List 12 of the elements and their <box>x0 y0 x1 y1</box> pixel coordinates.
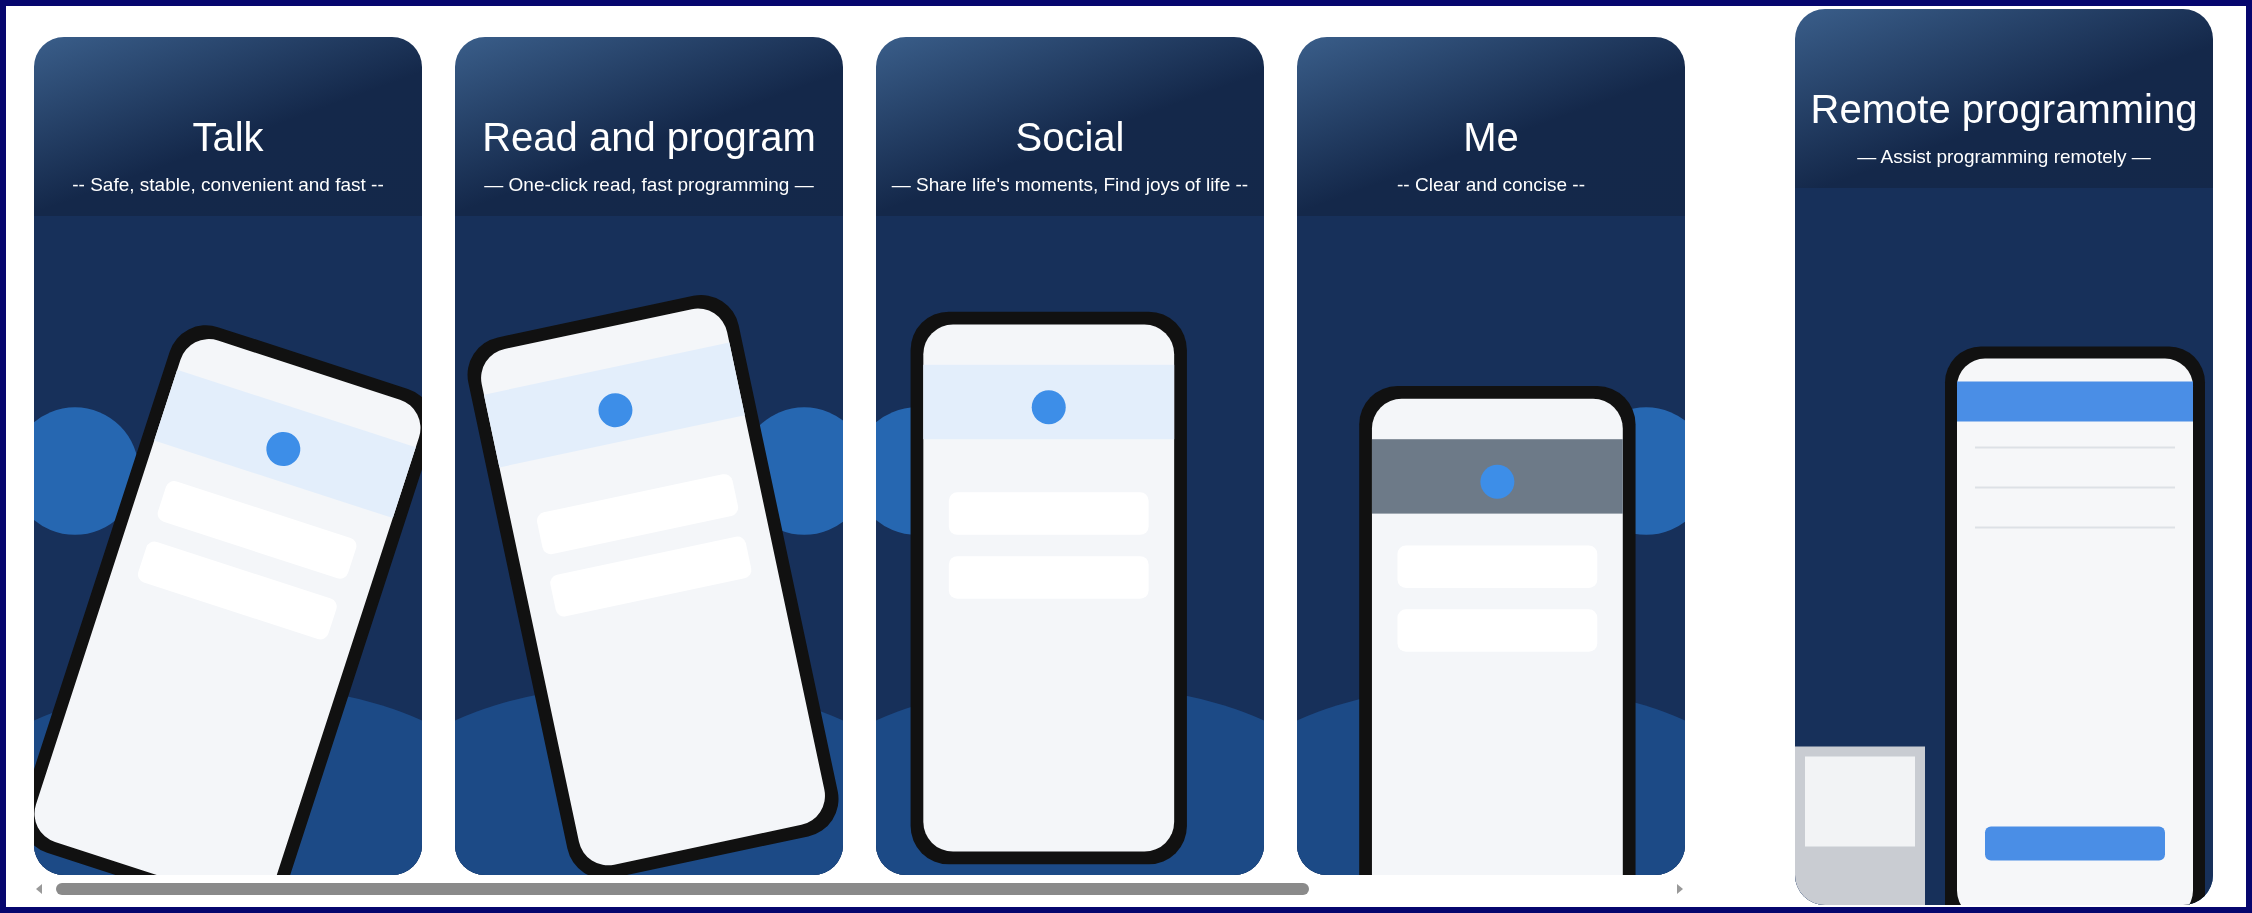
scroll-left-icon[interactable] <box>34 883 44 895</box>
screenshot-title: Social <box>1015 115 1125 160</box>
screenshot-title: Me <box>1463 115 1519 160</box>
screenshot-subtitle: — Assist programming remotely — <box>1857 146 2151 168</box>
screenshot-subtitle: -- Safe, stable, convenient and fast -- <box>72 174 384 196</box>
screenshot-subtitle: -- Clear and concise -- <box>1397 174 1585 196</box>
screenshot-title: Remote programming <box>1810 87 2198 132</box>
screenshot-title: Talk <box>192 115 264 160</box>
scroll-right-icon[interactable] <box>1675 883 1685 895</box>
screenshot-title: Read and program <box>482 115 816 160</box>
screenshot-subtitle: — One-click read, fast programming — <box>484 174 814 196</box>
screenshot-subtitle: — Share life's moments, Find joys of life -- <box>891 174 1249 196</box>
